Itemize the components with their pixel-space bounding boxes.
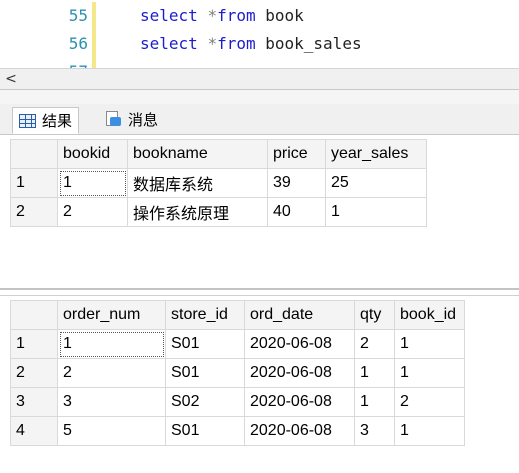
row-number[interactable]: 4 — [10, 416, 58, 446]
results-tab-bar: 结果 消息 — [0, 104, 519, 135]
column-header[interactable]: bookid — [57, 139, 128, 169]
cell-order-num[interactable]: 3 — [57, 387, 166, 417]
change-tracking-bar — [92, 2, 96, 68]
cell-bookname[interactable]: 数据库系统 — [127, 168, 268, 198]
result-grid-1: bookid bookname price year_sales 1 1 数据库… — [0, 135, 519, 290]
header-row: order_num store_id ord_date qty book_id — [10, 300, 465, 330]
tab-results-label: 结果 — [42, 112, 73, 130]
cell-qty[interactable]: 1 — [354, 358, 395, 388]
row-number[interactable]: 1 — [10, 168, 58, 198]
cell-store-id[interactable]: S01 — [165, 329, 245, 359]
editor-horizontal-scrollbar[interactable]: < — [0, 68, 519, 90]
cell-store-id[interactable]: S01 — [165, 358, 245, 388]
line-number: 56 — [68, 34, 88, 53]
pane-splitter[interactable] — [0, 90, 519, 105]
cell-bookid[interactable]: 1 — [57, 168, 128, 198]
message-icon — [104, 111, 122, 128]
cell-book-id[interactable]: 1 — [394, 416, 465, 446]
keyword-select: select — [140, 34, 198, 53]
cell-ord-date[interactable]: 2020-06-08 — [244, 416, 355, 446]
asterisk: * — [207, 34, 218, 53]
result-grid-2: order_num store_id ord_date qty book_id … — [0, 295, 519, 473]
cell-order-num[interactable]: 1 — [57, 329, 166, 359]
cell-store-id[interactable]: S01 — [165, 416, 245, 446]
column-header[interactable]: ord_date — [244, 300, 355, 330]
code-line-55[interactable]: select *from book — [140, 6, 304, 25]
table-row[interactable]: 2 2 操作系统原理 40 1 — [10, 197, 427, 227]
line-number-gutter: 55 56 57 — [0, 0, 92, 68]
row-number[interactable]: 3 — [10, 387, 58, 417]
table-row[interactable]: 3 3 S02 2020-06-08 1 2 — [10, 387, 465, 417]
cell-book-id[interactable]: 1 — [394, 358, 465, 388]
cell-ord-date[interactable]: 2020-06-08 — [244, 387, 355, 417]
code-line-56[interactable]: select *from book_sales — [140, 34, 362, 53]
cell-book-id[interactable]: 1 — [394, 329, 465, 359]
table-row[interactable]: 2 2 S01 2020-06-08 1 1 — [10, 358, 465, 388]
cell-qty[interactable]: 1 — [354, 387, 395, 417]
cell-ord-date[interactable]: 2020-06-08 — [244, 329, 355, 359]
cell-ord-date[interactable]: 2020-06-08 — [244, 358, 355, 388]
corner-cell[interactable] — [10, 139, 58, 169]
row-number[interactable]: 1 — [10, 329, 58, 359]
cell-qty[interactable]: 3 — [354, 416, 395, 446]
result-table-book-sales: order_num store_id ord_date qty book_id … — [10, 300, 465, 446]
line-number: 55 — [68, 6, 88, 25]
corner-cell[interactable] — [10, 300, 58, 330]
scroll-left-arrow-icon[interactable]: < — [2, 70, 20, 88]
table-name: book_sales — [265, 34, 362, 53]
keyword-from: from — [217, 34, 256, 53]
table-row[interactable]: 1 1 S01 2020-06-08 2 1 — [10, 329, 465, 359]
column-header[interactable]: price — [267, 139, 326, 169]
tab-messages[interactable]: 消息 — [98, 107, 164, 132]
column-header[interactable]: order_num — [57, 300, 166, 330]
cell-price[interactable]: 39 — [267, 168, 326, 198]
header-row: bookid bookname price year_sales — [10, 139, 427, 169]
row-number[interactable]: 2 — [10, 358, 58, 388]
column-header[interactable]: book_id — [394, 300, 465, 330]
column-header[interactable]: qty — [354, 300, 395, 330]
cell-order-num[interactable]: 2 — [57, 358, 166, 388]
cell-year-sales[interactable]: 25 — [325, 168, 427, 198]
cell-year-sales[interactable]: 1 — [325, 197, 427, 227]
results-area: bookid bookname price year_sales 1 1 数据库… — [0, 135, 519, 473]
row-number[interactable]: 2 — [10, 197, 58, 227]
cell-price[interactable]: 40 — [267, 197, 326, 227]
table-row[interactable]: 1 1 数据库系统 39 25 — [10, 168, 427, 198]
asterisk: * — [207, 6, 218, 25]
column-header[interactable]: year_sales — [325, 139, 427, 169]
result-table-book: bookid bookname price year_sales 1 1 数据库… — [10, 139, 427, 227]
column-header[interactable]: bookname — [127, 139, 268, 169]
cell-order-num[interactable]: 5 — [57, 416, 166, 446]
cell-qty[interactable]: 2 — [354, 329, 395, 359]
grid-icon — [19, 113, 36, 128]
cell-book-id[interactable]: 2 — [394, 387, 465, 417]
keyword-from: from — [217, 6, 256, 25]
keyword-select: select — [140, 6, 198, 25]
table-row[interactable]: 4 5 S01 2020-06-08 3 1 — [10, 416, 465, 446]
table-name: book — [265, 6, 304, 25]
tab-results[interactable]: 结果 — [12, 107, 80, 134]
tab-messages-label: 消息 — [128, 111, 159, 129]
cell-bookid[interactable]: 2 — [57, 197, 128, 227]
column-header[interactable]: store_id — [165, 300, 245, 330]
cell-store-id[interactable]: S02 — [165, 387, 245, 417]
sql-editor[interactable]: 55 56 57 select *from book select *from … — [0, 0, 519, 68]
cell-bookname[interactable]: 操作系统原理 — [127, 197, 268, 227]
